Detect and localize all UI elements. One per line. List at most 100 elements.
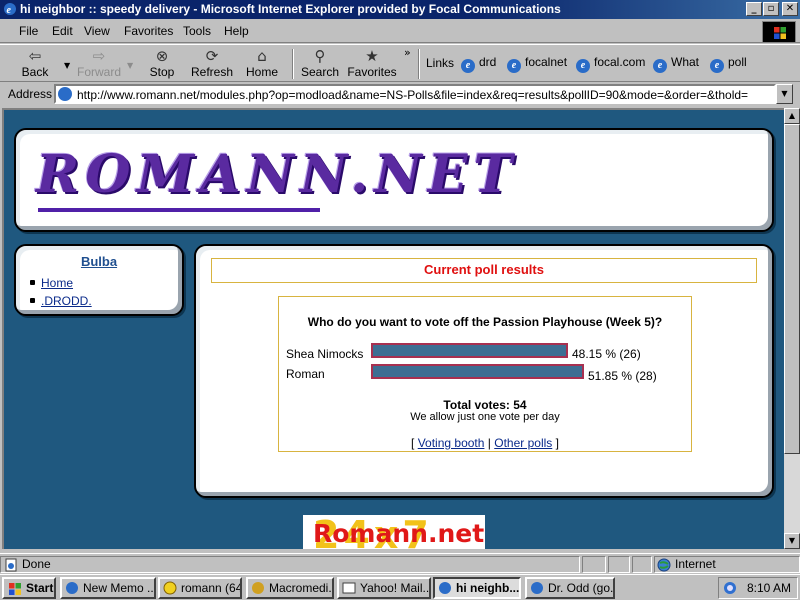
poll-results-header: Current poll results [211,258,757,283]
task-romann[interactable]: romann (64.... [158,577,242,599]
link-separator: | [487,436,491,450]
search-button[interactable]: ⚲ Search [294,47,346,81]
refresh-button[interactable]: ⟳ Refresh [186,47,238,81]
clock[interactable]: 8:10 AM [747,581,791,595]
minimize-button[interactable]: _ [746,2,762,16]
search-icon: ⚲ [314,47,326,65]
svg-text:e: e [7,5,12,16]
smiley-icon [163,581,177,595]
bracket-close: ] [555,436,559,450]
address-dropdown-icon[interactable]: ▼ [776,84,793,104]
logo-panel: ROMANN.NET [14,128,774,232]
link-label: What [671,55,700,69]
option-name: Shea Nimocks [286,347,364,361]
ad-banner[interactable]: 24x7 Romann.net [303,515,485,549]
link-label: focal.com [594,55,646,69]
start-button[interactable]: Start [2,577,56,599]
system-tray: 8:10 AM [718,577,798,599]
refresh-icon: ⟳ [205,47,219,65]
windows-throbber [762,21,796,43]
status-panel [0,556,580,573]
option-bar [371,343,568,358]
links-label: Links [426,56,455,70]
stop-button[interactable]: ⊗ Stop [136,47,188,81]
site-logo[interactable]: ROMANN.NET [36,144,518,205]
scroll-thumb[interactable] [784,124,800,454]
link-poll[interactable]: e poll [710,55,747,73]
bracket-open: [ [411,436,415,450]
other-polls-link[interactable]: Other polls [494,436,552,450]
scroll-down-icon[interactable]: ▼ [784,533,800,549]
status-panel [632,556,652,573]
sidebar-item-drodd[interactable]: .DRODD. [30,294,92,308]
link-focal-com[interactable]: e focal.com [576,55,645,73]
task-new-memo[interactable]: New Memo ... [60,577,156,599]
address-input[interactable]: http://www.romann.net/modules.php?op=mod… [54,84,776,104]
address-url: http://www.romann.net/modules.php?op=mod… [77,88,749,102]
menu-favorites[interactable]: Favorites [124,24,173,38]
forward-label: Forward [76,65,121,79]
task-yahoo-mail[interactable]: Yahoo! Mail... [337,577,431,599]
stop-label: Stop [149,65,175,79]
link-focalnet[interactable]: e focalnet [507,55,567,73]
globe-icon [657,558,671,572]
bullet-icon [30,298,35,303]
task-label: hi neighb... [456,581,520,595]
task-macromedia[interactable]: Macromedi... [246,577,334,599]
address-label: Address [8,87,53,101]
home-icon: ⌂ [257,47,267,65]
favorites-label: Favorites [347,65,397,79]
favorites-button[interactable]: ★ Favorites [344,47,400,81]
back-dropdown-icon[interactable]: ▼ [64,61,70,70]
close-button[interactable]: ✕ [782,2,798,16]
bullet-icon [30,280,35,285]
start-label: Start [26,581,54,595]
menu-file[interactable]: File [19,24,38,38]
forward-arrow-icon: ⇨ [92,47,106,65]
status-bar: Done Internet [0,553,800,573]
windows-flag-icon [9,583,21,595]
ie-icon: e [4,3,16,16]
ie-page-icon: e [461,59,475,73]
link-drd[interactable]: e drd [461,55,496,73]
maximize-button[interactable]: ▫ [763,2,779,16]
vote-note: We allow just one vote per day [410,411,560,423]
logo-underline [38,208,320,212]
task-dr-odd[interactable]: Dr. Odd (go... [525,577,615,599]
ie-icon [531,582,543,594]
window-title: hi neighbor :: speedy delivery - Microso… [20,2,561,16]
voting-booth-link[interactable]: Voting booth [418,436,485,450]
home-button[interactable]: ⌂ Home [236,47,288,81]
scroll-up-icon[interactable]: ▲ [784,108,800,124]
menu-help[interactable]: Help [224,24,249,38]
task-label: romann (64.... [181,581,242,595]
task-hi-neighbor[interactable]: hi neighb... [433,577,521,599]
poll-results-panel: Current poll results Who do you want to … [194,244,774,498]
option-result: 48.15 % (26) [572,347,641,361]
task-label: New Memo ... [83,581,156,595]
title-bar: e hi neighbor :: speedy delivery - Micro… [0,0,800,19]
ie-page-icon: e [710,59,724,73]
link-label: drd [479,55,497,69]
back-button[interactable]: ⇦ Back [9,47,61,81]
vertical-scrollbar[interactable]: ▲ ▼ [784,108,800,549]
link-what[interactable]: e What [653,55,699,73]
status-text: Done [22,557,51,571]
menu-view[interactable]: View [84,24,110,38]
toolbar-more-chevron-icon[interactable]: » [404,46,411,59]
status-panel [608,556,630,573]
tray-network-icon[interactable] [723,581,737,595]
sidebar-title[interactable]: Bulba [16,254,182,269]
forward-button[interactable]: ⇨ Forward [73,47,125,81]
macromedia-icon [252,582,264,594]
link-label: poll [728,55,747,69]
menu-edit[interactable]: Edit [52,24,73,38]
ie-icon [439,582,451,594]
forward-dropdown-icon[interactable]: ▼ [127,61,133,70]
task-label: Dr. Odd (go... [548,581,615,595]
menu-tools[interactable]: Tools [183,24,211,38]
sidebar-item-home[interactable]: Home [30,276,73,290]
mail-icon [342,582,356,594]
zone-text: Internet [675,557,716,571]
search-label: Search [300,65,340,79]
